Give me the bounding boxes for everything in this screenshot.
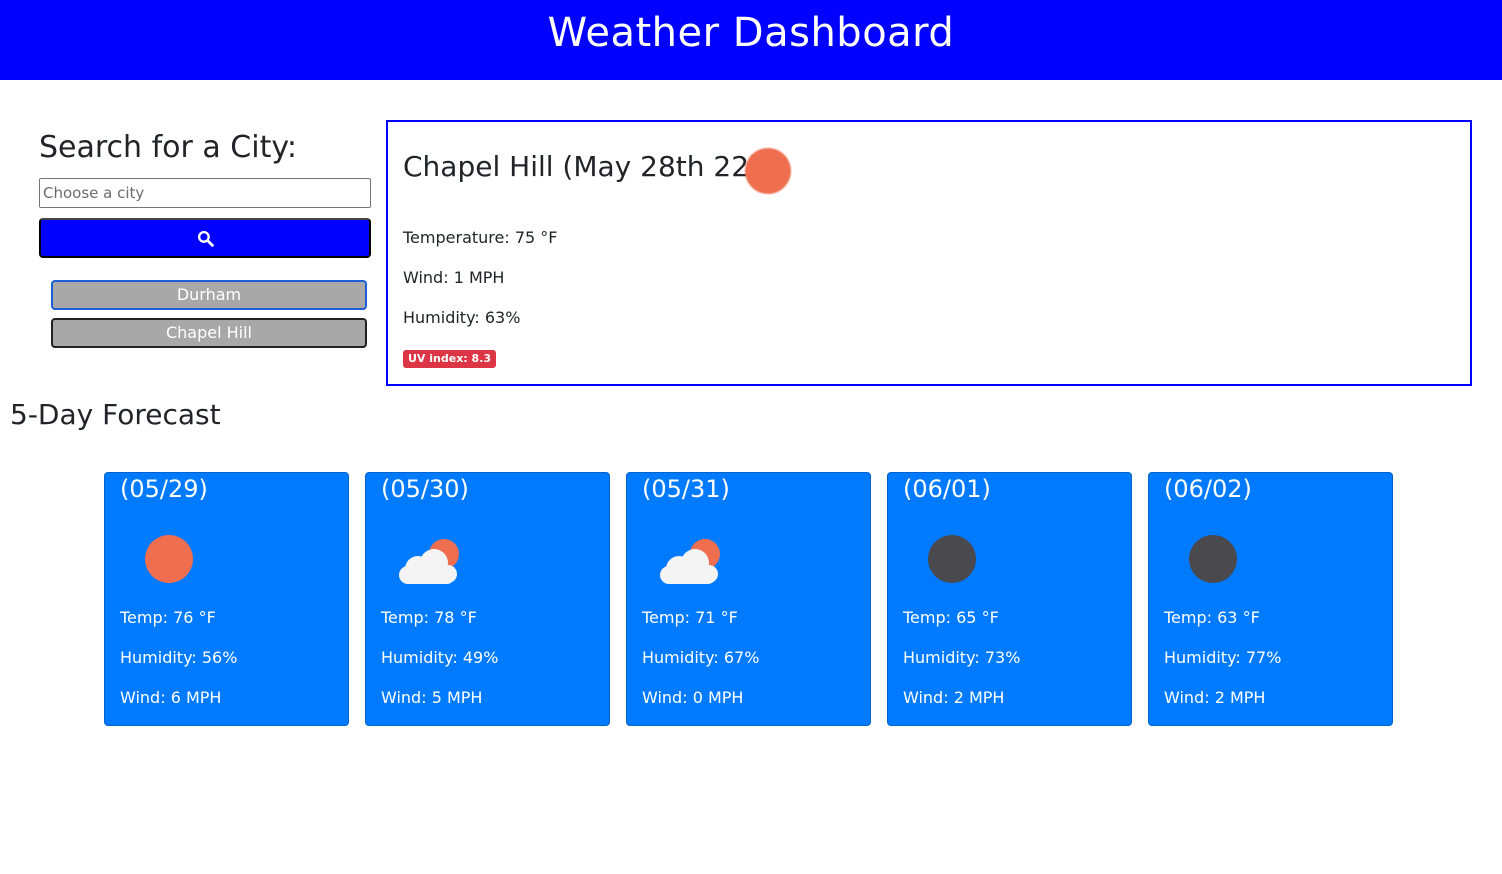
current-humidity: Humidity: 63% xyxy=(403,308,521,327)
forecast-row: (05/29) Temp: 76 °F Humidity: 56% Wind: … xyxy=(104,472,1393,726)
search-panel: Search for a City: Durham Chapel Hill xyxy=(39,128,371,348)
app-header: Weather Dashboard xyxy=(0,0,1502,80)
moon-icon xyxy=(1189,535,1237,583)
partly-cloudy-icon xyxy=(399,539,459,584)
partly-cloudy-icon xyxy=(660,539,720,584)
sun-icon xyxy=(145,535,193,583)
forecast-date: (06/01) xyxy=(903,475,991,503)
forecast-humidity: Humidity: 73% xyxy=(903,648,1021,667)
search-history: Durham Chapel Hill xyxy=(51,280,367,356)
forecast-temp: Temp: 65 °F xyxy=(903,608,999,627)
forecast-wind: Wind: 6 MPH xyxy=(120,688,222,707)
current-wind: Wind: 1 MPH xyxy=(403,268,505,287)
forecast-date: (05/30) xyxy=(381,475,469,503)
current-weather-card: Chapel Hill (May 28th 22) Temperature: 7… xyxy=(386,120,1472,386)
sun-icon xyxy=(745,148,791,194)
forecast-temp: Temp: 76 °F xyxy=(120,608,216,627)
forecast-humidity: Humidity: 49% xyxy=(381,648,499,667)
forecast-temp: Temp: 71 °F xyxy=(642,608,738,627)
current-city-heading: Chapel Hill (May 28th 22) xyxy=(403,150,760,183)
forecast-title: 5-Day Forecast xyxy=(10,398,221,431)
forecast-wind: Wind: 5 MPH xyxy=(381,688,483,707)
forecast-date: (06/02) xyxy=(1164,475,1252,503)
forecast-temp: Temp: 63 °F xyxy=(1164,608,1260,627)
moon-icon xyxy=(928,535,976,583)
search-icon xyxy=(197,230,214,247)
city-search-input[interactable] xyxy=(39,178,371,208)
current-temperature: Temperature: 75 °F xyxy=(403,228,558,247)
forecast-card: (05/31) Temp: 71 °F Humidity: 67% Wind: … xyxy=(626,472,871,726)
history-button-durham[interactable]: Durham xyxy=(51,280,367,310)
forecast-temp: Temp: 78 °F xyxy=(381,608,477,627)
forecast-wind: Wind: 2 MPH xyxy=(1164,688,1266,707)
forecast-card: (06/01) Temp: 65 °F Humidity: 73% Wind: … xyxy=(887,472,1132,726)
forecast-date: (05/29) xyxy=(120,475,208,503)
forecast-wind: Wind: 2 MPH xyxy=(903,688,1005,707)
forecast-wind: Wind: 0 MPH xyxy=(642,688,744,707)
forecast-card: (05/30) Temp: 78 °F Humidity: 49% Wind: … xyxy=(365,472,610,726)
forecast-humidity: Humidity: 67% xyxy=(642,648,760,667)
forecast-card: (06/02) Temp: 63 °F Humidity: 77% Wind: … xyxy=(1148,472,1393,726)
search-title: Search for a City: xyxy=(39,130,298,165)
search-button[interactable] xyxy=(39,218,371,258)
forecast-date: (05/31) xyxy=(642,475,730,503)
forecast-humidity: Humidity: 56% xyxy=(120,648,238,667)
forecast-humidity: Humidity: 77% xyxy=(1164,648,1282,667)
history-button-chapel-hill[interactable]: Chapel Hill xyxy=(51,318,367,348)
page-title: Weather Dashboard xyxy=(547,10,955,56)
uv-index-badge: UV index: 8.3 xyxy=(403,350,497,368)
forecast-card: (05/29) Temp: 76 °F Humidity: 56% Wind: … xyxy=(104,472,349,726)
